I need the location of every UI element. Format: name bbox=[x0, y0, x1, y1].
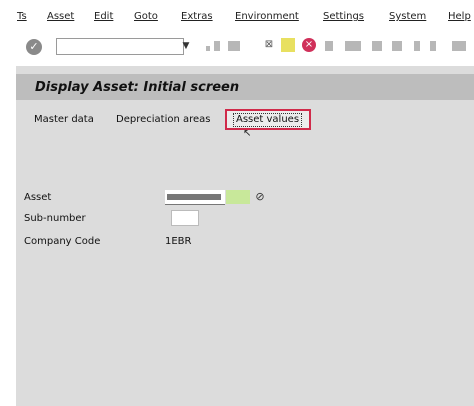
tab-master-data[interactable]: Master data bbox=[34, 112, 94, 128]
menu-settings[interactable]: Settings bbox=[323, 11, 364, 22]
page-title: Display Asset: Initial screen bbox=[35, 80, 240, 95]
asset-input-selection bbox=[167, 194, 221, 200]
menu-ts[interactable]: Ts bbox=[17, 11, 27, 22]
tab-depreciation-areas[interactable]: Depreciation areas bbox=[116, 112, 211, 128]
menu-goto[interactable]: Goto bbox=[134, 11, 158, 22]
back-icon[interactable] bbox=[214, 41, 220, 51]
chevron-down-icon[interactable]: ▼ bbox=[181, 40, 191, 52]
menu-asset[interactable]: Asset bbox=[47, 11, 74, 22]
asset-label: Asset bbox=[24, 192, 52, 203]
print-icon[interactable]: ⊠ bbox=[262, 38, 276, 52]
subnumber-label: Sub-number bbox=[24, 213, 86, 224]
menu-bar: Ts Asset Edit Goto Extras Environment Se… bbox=[0, 0, 474, 35]
help-icon[interactable] bbox=[452, 41, 466, 51]
menu-extras[interactable]: Extras bbox=[181, 11, 213, 22]
search-help-icon[interactable]: ⊘ bbox=[253, 190, 267, 204]
menu-help[interactable]: Help bbox=[448, 11, 471, 22]
menu-system[interactable]: System bbox=[389, 11, 426, 22]
find-icon[interactable] bbox=[281, 38, 295, 52]
command-field[interactable] bbox=[56, 38, 184, 55]
toolbar-glyph-4[interactable] bbox=[414, 41, 420, 51]
menu-edit[interactable]: Edit bbox=[94, 11, 113, 22]
save-icon[interactable] bbox=[206, 46, 210, 51]
exit-icon[interactable] bbox=[228, 41, 240, 51]
subnumber-input[interactable] bbox=[171, 210, 199, 226]
toolbar-glyph-1[interactable] bbox=[345, 41, 361, 51]
cursor-icon: ↖ bbox=[243, 128, 252, 139]
toolbar-glyph-5[interactable] bbox=[430, 41, 436, 51]
asset-input-required[interactable] bbox=[226, 190, 250, 204]
tab-asset-values-label: Asset values bbox=[233, 113, 303, 127]
company-code-label: Company Code bbox=[24, 236, 101, 247]
tab-asset-values[interactable]: Asset values bbox=[225, 109, 311, 130]
company-code-input[interactable]: 1EBR bbox=[165, 236, 192, 247]
cancel-icon[interactable]: × bbox=[302, 38, 316, 52]
menu-environment[interactable]: Environment bbox=[235, 11, 299, 22]
check-icon[interactable]: ✓ bbox=[26, 39, 42, 55]
layout-icon[interactable] bbox=[325, 41, 333, 51]
toolbar-glyph-2[interactable] bbox=[372, 41, 382, 51]
toolbar-glyph-3[interactable] bbox=[392, 41, 402, 51]
